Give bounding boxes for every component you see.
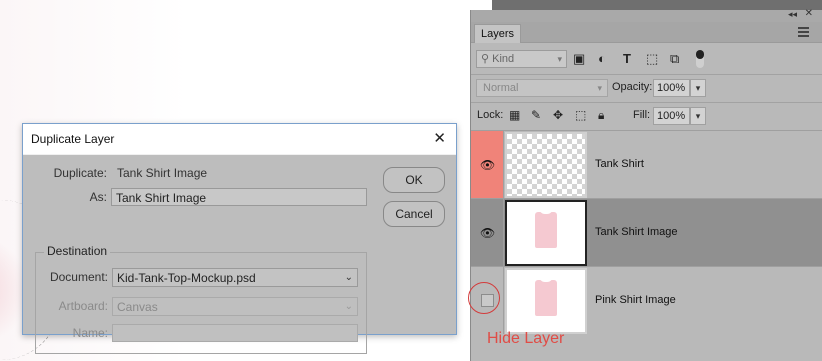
panel-header: ◂◂ ✕ (471, 8, 822, 22)
layer-thumbnail (505, 132, 587, 198)
fill-label: Fill: (633, 109, 651, 121)
as-name-field[interactable]: Tank Shirt Image (111, 188, 367, 206)
ok-button[interactable]: OK (383, 167, 445, 193)
hide-layer-highlight-circle (468, 282, 500, 314)
tank-shirt-image (535, 208, 557, 248)
duplicate-value: Tank Shirt Image (117, 166, 208, 180)
filter-kind-label: Kind (492, 53, 515, 65)
cancel-button[interactable]: Cancel (383, 201, 445, 227)
hide-layer-annotation: Hide Layer (487, 330, 565, 347)
eye-icon: 👁︎ (480, 226, 496, 240)
layer-row[interactable]: 👁︎ Tank Shirt (471, 130, 822, 198)
opacity-dropdown-button[interactable]: ▾ (690, 79, 706, 97)
lock-row: Lock: ▦ ✎ ✥ ⬚ 🔒︎ Fill: 100% ▾ (471, 106, 822, 128)
document-value: Kid-Tank-Top-Mockup.psd (117, 271, 256, 285)
lock-position-icon[interactable]: ✥ (553, 108, 563, 122)
type-filter-icon[interactable]: T (623, 51, 631, 66)
artboard-value: Canvas (117, 300, 158, 314)
duplicate-label: Duplicate: (53, 166, 107, 180)
visibility-toggle[interactable]: 👁︎ (471, 199, 504, 266)
name-field[interactable] (112, 324, 358, 342)
close-icon[interactable]: ✕ (433, 129, 446, 147)
collapse-icon[interactable]: ◂◂ (788, 9, 797, 20)
search-icon: ⚲ (481, 53, 490, 65)
dialog-titlebar: Duplicate Layer ✕ (23, 124, 456, 154)
as-label: As: (89, 190, 107, 204)
chevron-down-icon: ⌄ (344, 301, 353, 312)
lock-label: Lock: (477, 109, 504, 121)
dialog-title: Duplicate Layer (31, 132, 115, 146)
chevron-down-icon: ⌄ (344, 272, 353, 283)
panel-dock-bar (492, 0, 822, 10)
fill-dropdown-button[interactable]: ▾ (690, 107, 706, 125)
panel-menu-icon[interactable] (798, 27, 809, 39)
filter-row: ⚲ Kind ▾ ▣ ◐ T ⬚ ⧉ (471, 48, 822, 72)
destination-title: Destination (44, 244, 111, 258)
eye-icon: 👁︎ (480, 158, 496, 172)
filter-toggle[interactable] (696, 50, 704, 68)
dialog-body: Duplicate: Tank Shirt Image As: Tank Shi… (23, 155, 456, 354)
close-panel-icon[interactable]: ✕ (805, 8, 813, 19)
layer-thumbnail (505, 268, 587, 334)
lock-all-icon[interactable]: 🔒︎ (598, 108, 604, 123)
layer-name[interactable]: Pink Shirt Image (595, 294, 676, 306)
lock-pixels-icon[interactable]: ✎ (531, 108, 541, 122)
shape-filter-icon[interactable]: ⬚ (646, 51, 658, 67)
pink-shirt-image (535, 276, 557, 316)
blend-mode-value: Normal (483, 82, 519, 94)
tab-layers[interactable]: Layers (474, 24, 522, 43)
duplicate-layer-dialog: Duplicate Layer ✕ Duplicate: Tank Shirt … (22, 123, 457, 354)
smart-object-filter-icon[interactable]: ⧉ (670, 51, 679, 67)
artboard-label: Artboard: (58, 299, 108, 313)
adjustment-filter-icon[interactable]: ◐ (598, 51, 606, 66)
blend-mode-select[interactable]: Normal ▾ (476, 79, 608, 97)
divider (471, 102, 822, 103)
chevron-down-icon: ▾ (557, 54, 562, 64)
layer-name[interactable]: Tank Shirt Image (595, 226, 678, 238)
opacity-input[interactable]: 100% (653, 79, 690, 97)
layers-panel: ◂◂ ✕ Layers ⚲ Kind ▾ ▣ ◐ T ⬚ ⧉ Normal ▾ … (470, 8, 822, 361)
lock-artboard-icon[interactable]: ⬚ (575, 108, 586, 122)
filter-kind-select[interactable]: ⚲ Kind ▾ (476, 50, 567, 68)
destination-group: Destination Document: Kid-Tank-Top-Mocku… (35, 244, 367, 354)
divider (471, 74, 822, 75)
artboard-select[interactable]: Canvas ⌄ (112, 297, 358, 316)
opacity-label: Opacity: (612, 81, 653, 93)
image-filter-icon[interactable]: ▣ (573, 51, 585, 67)
fill-input[interactable]: 100% (653, 107, 690, 125)
layer-row-selected[interactable]: 👁︎ Tank Shirt Image (471, 198, 822, 266)
layer-name[interactable]: Tank Shirt (595, 158, 644, 170)
layer-row[interactable]: Pink Shirt Image (471, 266, 822, 334)
lock-transparent-icon[interactable]: ▦ (509, 108, 520, 122)
blend-row: Normal ▾ Opacity: 100% ▾ (471, 78, 822, 100)
visibility-toggle[interactable]: 👁︎ (471, 131, 504, 198)
name-label: Name: (72, 326, 108, 340)
document-select[interactable]: Kid-Tank-Top-Mockup.psd ⌄ (112, 268, 358, 287)
document-label: Document: (49, 270, 108, 284)
layer-thumbnail (505, 200, 587, 266)
chevron-down-icon: ▾ (597, 83, 602, 93)
panel-tab-bar: Layers (471, 22, 822, 43)
